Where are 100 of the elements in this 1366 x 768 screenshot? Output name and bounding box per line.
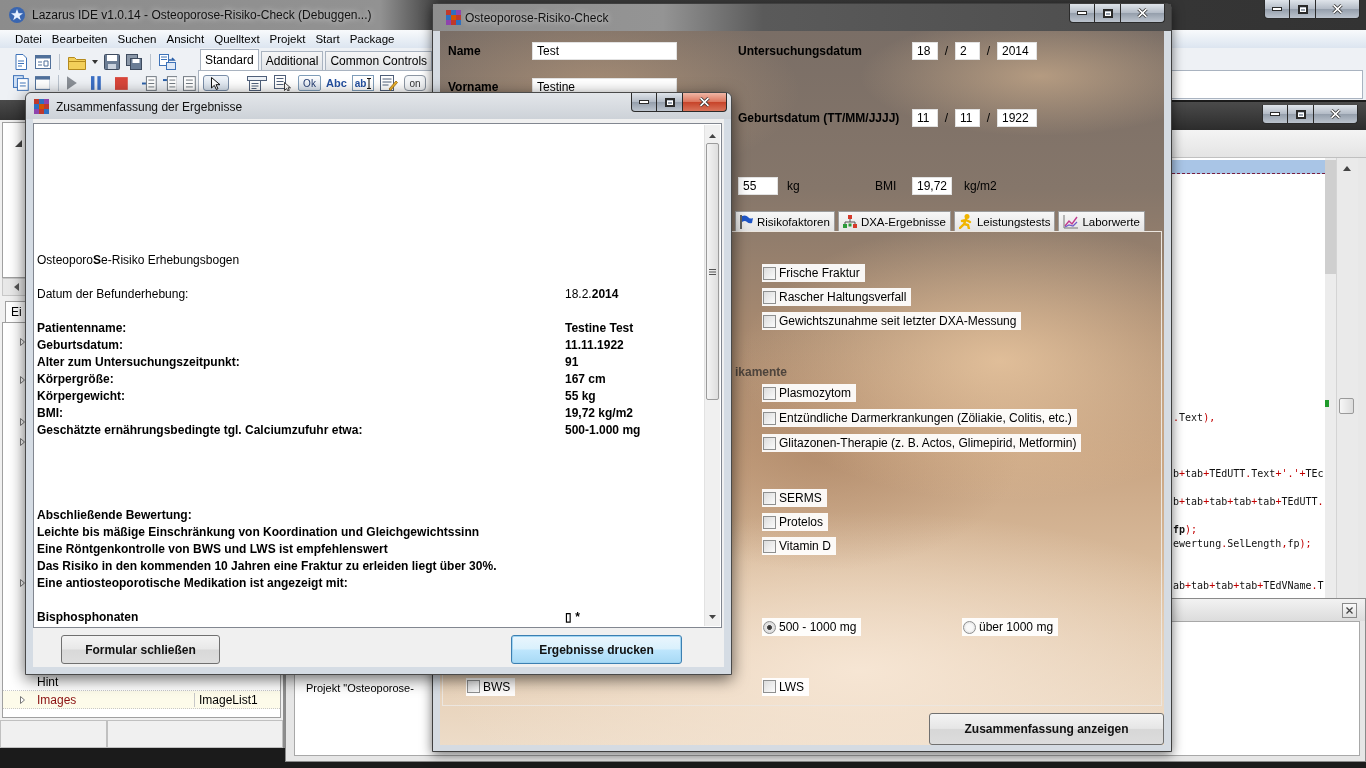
tab[interactable]: DXA-Ergebnisse — [837, 211, 951, 231]
menu-item[interactable]: Quelltext — [209, 33, 265, 45]
minimize-button[interactable] — [1262, 105, 1288, 124]
code-line: .Text), — [1173, 411, 1217, 425]
property-value[interactable]: ImageList1 — [194, 692, 258, 707]
text-field[interactable]: 11 — [955, 109, 980, 127]
text-field[interactable]: 11 — [912, 109, 938, 127]
close-button[interactable] — [1121, 4, 1165, 23]
checkbox[interactable]: Gewichtszunahme seit letzter DXA-Messung — [762, 312, 1022, 330]
stop-icon[interactable] — [115, 76, 128, 90]
scrollbar-thumb[interactable] — [706, 143, 719, 400]
arrow-up-icon[interactable] — [709, 134, 716, 138]
checkbox[interactable]: Entzündliche Darmerkrankungen (Zöliakie, Colitis, etc.) — [762, 409, 1077, 427]
menu-item[interactable]: Datei — [10, 33, 47, 45]
palette-item[interactable] — [246, 75, 268, 91]
close-button[interactable] — [1342, 602, 1357, 618]
text-field[interactable]: 1922 — [997, 109, 1037, 127]
summary-button[interactable]: Zusammenfassung anzeigen — [929, 713, 1164, 745]
document-icon[interactable] — [13, 54, 29, 70]
palette-item[interactable]: on — [404, 75, 426, 91]
checkbox[interactable]: LWS — [762, 677, 810, 696]
expander-icon[interactable] — [15, 140, 22, 147]
tab[interactable]: Leistungstests — [953, 211, 1056, 231]
maximize-button[interactable] — [1095, 4, 1121, 23]
form-icon[interactable] — [35, 54, 51, 70]
close-button[interactable] — [683, 93, 727, 112]
palette-item[interactable] — [379, 75, 399, 91]
report-label: Geschätzte ernährungsbedingte tgl. Calciumzufuhr etwa: — [37, 422, 364, 439]
report-value: 19,72 kg/m2 — [565, 405, 634, 422]
folder-icon[interactable] — [68, 54, 86, 70]
property-name: Hint — [37, 674, 60, 689]
play-icon[interactable] — [67, 76, 78, 90]
pause-icon[interactable] — [91, 76, 101, 90]
palette-item[interactable]: Ok — [298, 75, 321, 91]
palette-tab[interactable]: Standard — [200, 49, 259, 70]
checkbox[interactable]: BWS — [466, 677, 516, 696]
text-field[interactable]: Test — [532, 42, 677, 60]
text-field[interactable]: 2014 — [997, 42, 1037, 60]
checkbox[interactable]: Vitamin D — [762, 537, 836, 555]
arrow-down-icon[interactable] — [709, 615, 716, 619]
palette-item[interactable] — [273, 75, 293, 91]
dialog-button[interactable]: Formular schließen — [61, 635, 220, 664]
maximize-button[interactable] — [1290, 0, 1316, 19]
menu-item[interactable]: Projekt — [264, 33, 311, 45]
palette-tab[interactable]: Additional — [260, 51, 324, 70]
palette-item[interactable]: Abc — [326, 75, 347, 91]
list-arrow-icon[interactable] — [141, 75, 157, 91]
swap-arrows-icon[interactable] — [159, 54, 176, 70]
close-button[interactable] — [1316, 0, 1360, 19]
close-icon — [699, 97, 710, 107]
palette-item[interactable]: ab — [352, 75, 374, 91]
menu-item[interactable]: Suchen — [112, 33, 162, 45]
menu-item[interactable]: Ansicht — [161, 33, 210, 45]
text-field[interactable]: 18 — [912, 42, 938, 60]
minimize-button[interactable] — [1069, 4, 1095, 23]
checkbox[interactable]: Protelos — [762, 513, 829, 531]
tab[interactable]: Laborwerte — [1058, 211, 1145, 231]
tab[interactable]: Risikofaktoren — [735, 211, 835, 231]
radio-button[interactable]: über 1000 mg — [962, 618, 1059, 636]
maximize-icon — [1102, 8, 1113, 18]
list-icon[interactable] — [183, 75, 196, 91]
minimize-button[interactable] — [1264, 0, 1290, 19]
list-arrow-icon[interactable] — [162, 75, 178, 91]
arrow-left-icon[interactable] — [14, 283, 19, 291]
maximize-button[interactable] — [657, 93, 683, 112]
group-heading: ikamente — [735, 365, 788, 379]
checkbox[interactable]: Glitazonen-Therapie (z. B. Actos, Glimepirid, Metformin) — [762, 434, 1082, 452]
menu-item[interactable]: Bearbeiten — [46, 33, 113, 45]
caret-icon[interactable] — [92, 60, 98, 64]
checkbox[interactable]: Rascher Haltungsverfall — [762, 288, 912, 306]
window-icon[interactable] — [34, 75, 51, 91]
report-value: 55 kg — [565, 388, 596, 405]
close-button[interactable] — [1314, 105, 1358, 124]
checkbox[interactable]: Frische Fraktur — [762, 264, 865, 282]
palette-tab[interactable]: Common Controls — [325, 51, 433, 70]
node-tree-icon — [842, 215, 857, 228]
menu-item[interactable]: Package — [344, 33, 400, 45]
text-field[interactable]: 2 — [955, 42, 980, 60]
floppy-disks-icon[interactable] — [126, 54, 142, 70]
inspector-tab[interactable]: Ei — [5, 301, 25, 322]
minimize-button[interactable] — [631, 93, 657, 112]
unit-label: kg/m2 — [964, 179, 997, 193]
report-line: Das Risiko in den kommenden 10 Jahren eine Fraktur zu erleiden liegt über 30%. — [37, 558, 498, 575]
radio-button[interactable]: 500 - 1000 mg — [762, 618, 862, 636]
arrow-up-icon[interactable] — [1343, 166, 1351, 171]
palette-item[interactable] — [203, 75, 229, 91]
text-field[interactable]: 55 — [738, 177, 778, 195]
menu-item[interactable]: Start — [310, 33, 345, 45]
code-area[interactable]: .Text), b+tab+TEdUTT.Text+'.'+TEc b+tab+tab+tab+tab+TEdUTT. fp); ewertung.SelLength,fp); ab+tab+tab+tab+TEdVName.T — [1172, 158, 1325, 600]
documents-icon[interactable] — [13, 75, 29, 91]
checkbox[interactable]: Plasmozytom — [762, 384, 857, 402]
checkbox[interactable]: SERMS — [762, 489, 827, 507]
scrollbar-thumb[interactable] — [1339, 398, 1354, 414]
date-separator: / — [943, 111, 950, 125]
dialog-button[interactable]: Ergebnisse drucken — [511, 635, 682, 664]
expander-icon[interactable] — [20, 695, 25, 704]
text-field[interactable]: 19,72 — [912, 177, 952, 195]
main-menu-icon — [247, 75, 267, 91]
maximize-button[interactable] — [1288, 105, 1314, 124]
report-value: 18.2.2014 — [565, 286, 619, 303]
